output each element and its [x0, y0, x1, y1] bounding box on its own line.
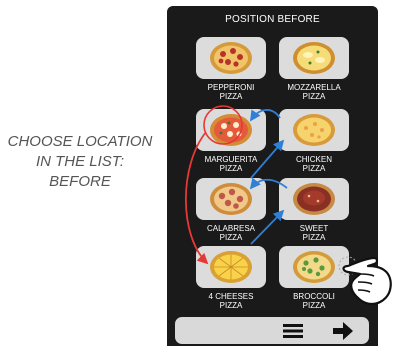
- selection-circle: [203, 105, 243, 145]
- arrow-right-icon[interactable]: [333, 322, 353, 340]
- pointing-hand-icon: [338, 256, 392, 306]
- move-arrow: [185, 131, 209, 265]
- bottom-bar: [175, 317, 369, 344]
- caption-line-3: BEFORE: [49, 173, 111, 190]
- shift-arrow-4: [250, 209, 285, 245]
- hamburger-menu-icon[interactable]: [283, 324, 303, 338]
- caption-line-1: CHOOSE LOCATION: [7, 133, 153, 150]
- instruction-caption: CHOOSE LOCATION IN THE LIST: BEFORE: [2, 132, 158, 192]
- shift-arrow-3: [249, 177, 288, 190]
- shift-arrow-1: [250, 109, 281, 122]
- shift-arrow-2: [250, 139, 285, 179]
- caption-line-2: IN THE LIST:: [35, 153, 125, 170]
